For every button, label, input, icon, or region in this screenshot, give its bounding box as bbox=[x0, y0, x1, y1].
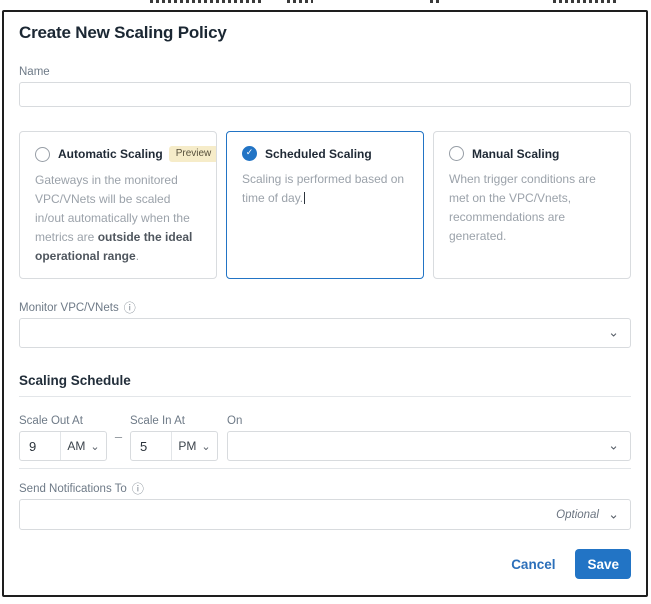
background-page-edge bbox=[0, 0, 651, 10]
option-description: Gateways in the monitored VPC/VNets will… bbox=[35, 173, 193, 263]
cancel-button[interactable]: Cancel bbox=[509, 553, 557, 576]
monitor-vpc-field-group: Monitor VPC/VNets ⓘ ⌄ bbox=[19, 302, 631, 348]
optional-placeholder: Optional bbox=[556, 508, 599, 521]
scaling-schedule-heading: Scaling Schedule bbox=[19, 373, 131, 388]
on-days-group: On ⌄ bbox=[227, 415, 631, 461]
chevron-down-icon: ⌄ bbox=[90, 439, 100, 453]
background-text-clipped bbox=[553, 0, 619, 3]
save-button[interactable]: Save bbox=[575, 549, 631, 579]
radio-checked-icon[interactable]: ✓ bbox=[242, 146, 257, 161]
create-scaling-policy-dialog: Create New Scaling Policy Name Automatic… bbox=[2, 10, 648, 597]
notifications-label: Send Notifications To bbox=[19, 483, 127, 495]
dialog-footer: Cancel Save bbox=[19, 549, 631, 579]
scale-out-hour-input[interactable] bbox=[20, 432, 60, 460]
scale-out-label: Scale Out At bbox=[19, 415, 83, 427]
scale-in-meridiem-select[interactable]: PM ⌄ bbox=[171, 432, 217, 460]
option-card-automatic-scaling[interactable]: Automatic Scaling Preview Gateways in th… bbox=[19, 131, 217, 279]
preview-badge: Preview bbox=[168, 146, 216, 162]
scale-out-meridiem-select[interactable]: AM ⌄ bbox=[60, 432, 106, 460]
notifications-select[interactable]: Optional ⌄ bbox=[19, 499, 631, 530]
schedule-time-row: Scale Out At AM ⌄ – Scale In At PM ⌄ On bbox=[19, 415, 631, 461]
option-label: Scheduled Scaling bbox=[265, 146, 372, 161]
scale-in-label: Scale In At bbox=[130, 415, 185, 427]
section-divider bbox=[19, 396, 631, 397]
option-card-scheduled-scaling[interactable]: ✓ Scheduled Scaling Scaling is performed… bbox=[226, 131, 424, 279]
info-icon[interactable]: ⓘ bbox=[132, 483, 144, 495]
option-description: Scaling is performed based on time of da… bbox=[242, 172, 405, 205]
radio-unchecked-icon[interactable] bbox=[449, 146, 464, 161]
option-description: When trigger conditions are met on the V… bbox=[449, 172, 596, 243]
chevron-down-icon: ⌄ bbox=[608, 325, 619, 341]
section-divider bbox=[19, 468, 631, 469]
on-days-select[interactable]: ⌄ bbox=[227, 431, 631, 461]
option-label: Manual Scaling bbox=[472, 146, 560, 161]
radio-unchecked-icon[interactable] bbox=[35, 146, 50, 162]
name-field-group: Name bbox=[19, 66, 631, 107]
scaling-type-options: Automatic Scaling Preview Gateways in th… bbox=[19, 131, 631, 279]
on-label: On bbox=[227, 415, 243, 427]
background-text-clipped bbox=[150, 0, 262, 3]
name-label: Name bbox=[19, 66, 50, 78]
monitor-vpc-label: Monitor VPC/VNets bbox=[19, 302, 119, 314]
text-cursor bbox=[304, 191, 306, 204]
info-icon[interactable]: ⓘ bbox=[124, 302, 136, 314]
dialog-title: Create New Scaling Policy bbox=[19, 23, 227, 42]
chevron-down-icon: ⌄ bbox=[608, 438, 619, 454]
name-input[interactable] bbox=[19, 82, 631, 107]
monitor-vpc-select[interactable]: ⌄ bbox=[19, 318, 631, 348]
scale-out-group: Scale Out At AM ⌄ bbox=[19, 415, 107, 461]
scale-in-hour-input[interactable] bbox=[131, 432, 171, 460]
time-range-separator: – bbox=[114, 429, 123, 444]
chevron-down-icon: ⌄ bbox=[201, 439, 211, 453]
background-text-clipped bbox=[287, 0, 313, 3]
notifications-field-group: Send Notifications To ⓘ Optional ⌄ bbox=[19, 483, 631, 530]
scale-in-group: Scale In At PM ⌄ bbox=[130, 415, 218, 461]
scale-in-time-control: PM ⌄ bbox=[130, 431, 218, 461]
option-label: Automatic Scaling bbox=[58, 147, 163, 161]
check-icon: ✓ bbox=[245, 148, 254, 158]
option-card-manual-scaling[interactable]: Manual Scaling When trigger conditions a… bbox=[433, 131, 631, 279]
chevron-down-icon: ⌄ bbox=[608, 507, 619, 522]
background-text-clipped bbox=[430, 0, 442, 3]
scale-out-time-control: AM ⌄ bbox=[19, 431, 107, 461]
